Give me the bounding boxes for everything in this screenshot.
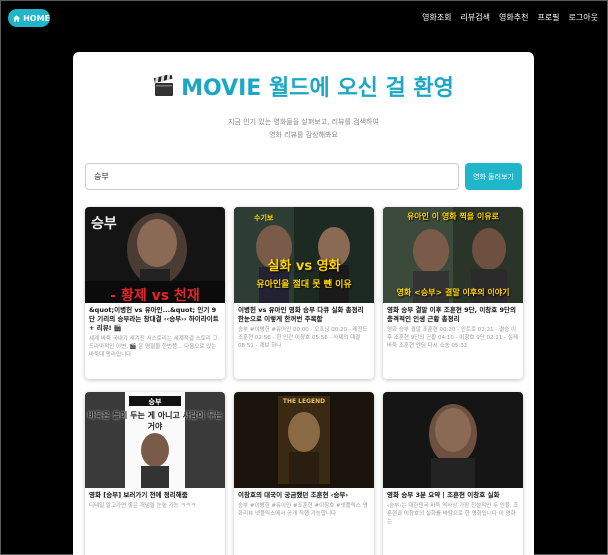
nav-logout[interactable]: 로그아웃 (569, 12, 598, 23)
video-description: 승부 #이병헌 #유아인 #조훈현 #이창호 #넷플릭스 영화리뷰 넷플릭스에서… (238, 503, 368, 517)
home-icon (13, 14, 21, 22)
video-card[interactable]: 유아인 이 영화 찍을 이유로 영화 <승부> 결말 이후의 이야기 영화 승부… (383, 207, 523, 379)
thumbnail-caption: 유아인을 절대 못 뺀 이유 (256, 280, 352, 290)
subtitle-line-2: 영화 리뷰를 감상해봐요 (269, 131, 338, 139)
page-subtitle: 지금 인기 있는 영화들을 살펴보고, 리뷰를 검색하여 영화 리뷰를 감상해봐… (73, 116, 534, 142)
video-title[interactable]: 이창호의 대국이 궁금했던 조훈현 ‹승부› (234, 488, 374, 500)
thumbnail-caption: 바둑은 돌이 두는 게 아니고 사람이 두는 거야 (87, 411, 223, 431)
video-card[interactable]: 승부 - 황제 vs 천재 &quot;이병헌 vs 유아인...&quot; … (85, 207, 225, 379)
thumbnail-caption: 승부 (148, 398, 162, 406)
video-description: 영화 승부 결말 조훈현 00:20 - 인트로 02:21 - 결승 이후 조… (387, 327, 518, 349)
video-description: 세계 바둑 국내가 새겨진 서스토리는 세계적걸 스토리 그 드라마적인 이변,… (89, 336, 218, 358)
video-thumbnail[interactable]: 승부 - 황제 vs 천재 (85, 207, 225, 303)
clapperboard-icon (153, 75, 174, 96)
nav-review-search[interactable]: 리뷰검색 (461, 12, 490, 23)
thumbnail-image (383, 392, 523, 488)
nav-movie-lookup[interactable]: 영화조회 (422, 12, 451, 23)
nav-profile[interactable]: 프로필 (537, 12, 559, 23)
thumbnail-caption: 수기보 (254, 214, 274, 222)
video-card[interactable]: 영화 승부 3분 요약 | 조훈현 이창호 실화 ‹승부›는 대한민국 바둑 역… (383, 392, 523, 555)
thumbnail-caption: 영화 <승부> 결말 이후의 이야기 (396, 288, 510, 297)
thumbnail-caption: THE LEGEND (282, 398, 326, 405)
home-button[interactable]: HOME (8, 9, 50, 27)
video-thumbnail[interactable]: 바둑은 돌이 두는 게 아니고 사람이 두는 거야 승부 (85, 392, 225, 488)
search-input[interactable] (85, 163, 459, 190)
video-title[interactable]: &quot;이병헌 vs 유아인...&quot; 인기 9단 기리의 승부라는… (85, 303, 225, 333)
video-grid: 승부 - 황제 vs 천재 &quot;이병헌 vs 유아인...&quot; … (85, 207, 523, 555)
top-nav: 영화조회 리뷰검색 영화추천 프로필 로그아웃 (422, 12, 598, 23)
main-card: MOVIE 월드에 오신 걸 환영 지금 인기 있는 영화들을 살펴보고, 리뷰… (73, 52, 534, 555)
video-description: 디테일 알고가면 좋은 개념들 눈높 가능 ㅋㅋㅋ (89, 503, 196, 509)
video-description: 승부 #이병헌 #유아인 00:00 - 오프닝 00:20 - 레전드 조훈현… (238, 327, 368, 349)
video-card[interactable]: 바둑은 돌이 두는 게 아니고 사람이 두는 거야 승부 영화 [승부] 보러가… (85, 392, 225, 555)
video-title[interactable]: 영화 승부 결말 이후 조훈현 9단, 이창호 9단의 충격적인 인생 근황 총… (383, 303, 523, 324)
page-title-text: MOVIE 월드에 오신 걸 환영 (181, 76, 454, 101)
page-title: MOVIE 월드에 오신 걸 환영 (73, 70, 534, 102)
thumbnail-caption: - 황제 vs 천재 (110, 288, 200, 303)
home-label: HOME (23, 13, 50, 23)
video-title[interactable]: 영화 [승부] 보러가기 전에 정리해줌 (85, 488, 225, 500)
thumbnail-caption: 유아인 이 영화 찍을 이유로 (406, 212, 500, 221)
video-thumbnail[interactable]: 수기보 실화 vs 영화 유아인을 절대 못 뺀 이유 (234, 207, 374, 303)
thumbnail-caption: 승부 (91, 216, 117, 232)
video-card[interactable]: 수기보 실화 vs 영화 유아인을 절대 못 뺀 이유 이병헌 vs 유아인 영… (234, 207, 374, 379)
video-title[interactable]: 이병헌 vs 유아인 영화 승부 다큐 실화 총정리 한눈으로 이렇게 한꺼번 … (234, 303, 374, 324)
video-thumbnail[interactable] (383, 392, 523, 488)
video-thumbnail[interactable]: 유아인 이 영화 찍을 이유로 영화 <승부> 결말 이후의 이야기 (383, 207, 523, 303)
video-thumbnail[interactable]: THE LEGEND (234, 392, 374, 488)
video-title[interactable]: 영화 승부 3분 요약 | 조훈현 이창호 실화 (383, 488, 523, 500)
subtitle-line-1: 지금 인기 있는 영화들을 살펴보고, 리뷰를 검색하여 (228, 118, 379, 126)
video-card[interactable]: THE LEGEND 이창호의 대국이 궁금했던 조훈현 ‹승부› 승부 #이병… (234, 392, 374, 555)
browse-movies-button[interactable]: 영화 둘러보기 (465, 163, 522, 190)
video-description: ‹승부›는 대한민국 바둑 역사상 가장 전설적인 두 인물, 조훈현과 이창호… (387, 503, 519, 525)
thumbnail-caption: 실화 vs 영화 (267, 259, 341, 274)
nav-movie-recommend[interactable]: 영화추천 (499, 12, 528, 23)
thumbnail-image (234, 392, 374, 488)
